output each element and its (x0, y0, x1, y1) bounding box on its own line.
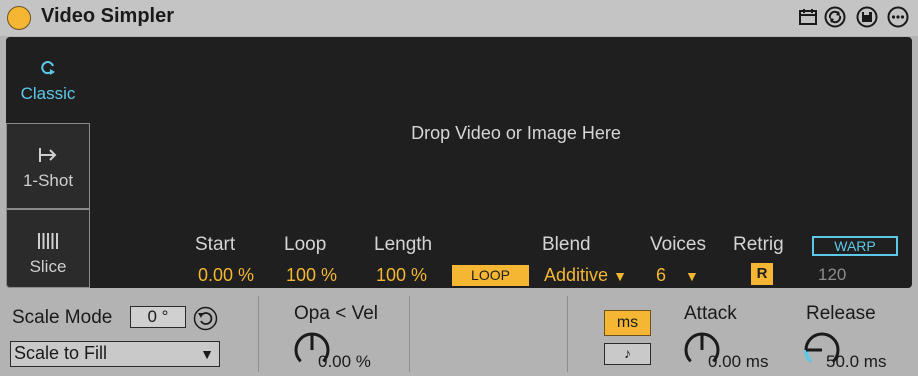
section-divider (409, 296, 410, 372)
warp-button[interactable]: WARP (812, 236, 898, 256)
tab-classic[interactable]: Classic (6, 37, 90, 123)
drop-zone-hint[interactable]: Drop Video or Image Here (306, 123, 726, 144)
reset-icon[interactable] (193, 306, 218, 331)
opacity-velocity-label: Opa < Vel (294, 303, 378, 324)
chevron-down-icon: ▼ (613, 268, 627, 284)
title-bar: Video Simpler (0, 0, 918, 36)
tab-slice[interactable]: Slice (6, 209, 90, 288)
loop-value[interactable]: 100 % (286, 265, 337, 286)
tab-slice-label: Slice (29, 257, 67, 276)
scale-mode-select[interactable]: Scale to Fill ▼ (10, 341, 220, 367)
section-divider (258, 296, 259, 372)
device-power-toggle[interactable] (7, 6, 31, 30)
start-value[interactable]: 0.00 % (198, 265, 254, 286)
length-label: Length (374, 234, 433, 255)
scale-mode-value: Scale to Fill (14, 343, 108, 363)
start-label: Start (195, 234, 236, 255)
retrig-label: Retrig (733, 234, 784, 255)
tempo-value[interactable]: 120 (818, 265, 846, 285)
time-mode-ms-button[interactable]: ms (604, 310, 651, 336)
time-mode-sync-button[interactable]: ♪ (604, 343, 651, 365)
more-options-icon[interactable] (887, 6, 909, 28)
tab-one-shot[interactable]: 1-Shot (6, 123, 90, 209)
voices-label: Voices (650, 234, 706, 255)
voices-dropdown[interactable]: 6 ▼ (656, 265, 699, 286)
attack-label: Attack (684, 303, 737, 324)
tab-classic-label: Classic (20, 84, 76, 103)
section-divider (567, 296, 568, 372)
retrig-toggle-button[interactable]: R (751, 263, 773, 285)
length-value[interactable]: 100 % (376, 265, 427, 286)
device-title: Video Simpler (41, 5, 175, 27)
release-value: 50.0 ms (826, 352, 887, 371)
blend-label: Blend (542, 234, 591, 255)
save-preset-icon[interactable] (856, 6, 878, 28)
voices-value: 6 (656, 265, 667, 285)
loop-icon (41, 61, 55, 75)
calendar-icon[interactable] (797, 6, 819, 28)
chevron-down-icon: ▼ (200, 346, 214, 362)
opacity-velocity-value: 0.00 % (318, 352, 371, 371)
slice-icon (38, 233, 58, 249)
loop-toggle-button[interactable]: LOOP (452, 265, 529, 286)
scale-mode-label: Scale Mode (12, 307, 113, 328)
loop-label: Loop (284, 234, 327, 255)
release-label: Release (806, 303, 876, 324)
sample-display-panel: Classic 1-Shot Slice Drop Video or Image… (6, 37, 912, 288)
blend-dropdown[interactable]: Additive ▼ (544, 265, 627, 286)
scale-rotation-field[interactable]: 0 ° (130, 306, 186, 328)
hot-swap-icon[interactable] (824, 6, 846, 28)
attack-value: 0.00 ms (708, 352, 769, 371)
tab-one-shot-label: 1-Shot (22, 171, 74, 190)
one-shot-icon (39, 148, 57, 162)
blend-value: Additive (544, 265, 609, 285)
chevron-down-icon: ▼ (685, 268, 699, 284)
